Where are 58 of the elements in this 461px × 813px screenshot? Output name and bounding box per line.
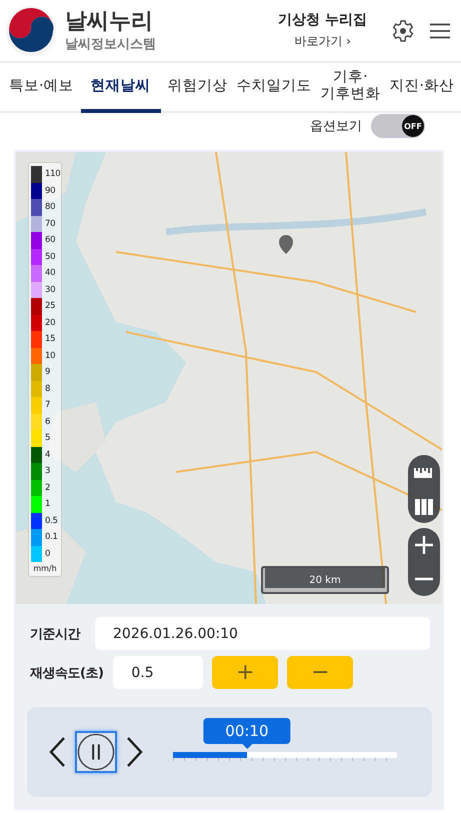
site-subtitle: 날씨정보시스템 [65,36,157,52]
base-time-label: 기준시간 [30,626,80,642]
portal-link[interactable]: 바로가기 › [294,33,351,50]
speed-field[interactable]: 0.5 [113,656,204,689]
legend-value: 4 [45,450,50,460]
legend-value: 1 [45,499,50,510]
chevron-right-icon [127,737,143,767]
nav-tab[interactable]: 기후· 기후변화 [318,63,382,113]
plus-icon [415,536,433,554]
time-tooltip: 00:10 [203,718,291,749]
legend-value: 25 [45,301,56,312]
nav-tab[interactable]: 특보·예보 [7,63,76,113]
legend-unit: mm/h [32,564,58,573]
pause-icon [77,732,115,772]
legend-value: 110 [45,169,60,180]
minus-icon [415,577,433,581]
speed-up-button[interactable]: + [212,656,278,689]
previous-button[interactable] [49,737,65,767]
portal-link-title[interactable]: 기상청 누리집 [278,11,367,29]
legend-value: 40 [45,268,56,278]
legend-value: 80 [45,202,56,212]
site-title[interactable]: 날씨누리 [65,8,278,34]
legend-value: 0.5 [45,516,58,526]
base-time-field[interactable]: 2026.01.26.00:10 [95,617,430,650]
toggle-state-knob[interactable]: OFF [402,115,424,137]
logo-icon [5,4,57,56]
legend-value: 10 [45,350,56,361]
legend-value: 15 [45,334,56,344]
ruler-icon [414,466,434,478]
chevron-left-icon [49,737,65,767]
legend-value: 8 [45,384,50,394]
legend-value: 7 [45,400,50,410]
speed-label: 재생속도(초) [30,664,104,682]
nav-tab[interactable]: 지진·화산 [387,63,456,113]
legend-value: 50 [45,252,56,262]
speed-down-button[interactable]: − [287,656,354,689]
legend-value: 0.1 [45,532,58,542]
nav-tab[interactable]: 위험기상 [166,63,230,113]
next-button[interactable] [127,737,143,767]
legend-value: 90 [45,186,56,196]
legend-value: 30 [45,284,56,295]
legend-value: 3 [45,466,50,476]
nav-tab[interactable]: 수치일기도 [234,63,314,113]
legend-value: 2 [45,482,50,493]
legend-value: 9 [45,367,50,378]
scale-bar: 20 km [261,566,389,594]
nav-tab[interactable]: 현재날씨 [80,63,161,113]
pause-button[interactable] [75,731,117,773]
option-label: 옵션보기 [310,118,362,135]
legend-value: 20 [45,318,56,328]
legend-value: 5 [45,433,50,444]
legend-value: 60 [45,235,56,246]
legend-value: 6 [45,416,50,427]
option-switch[interactable]: OFF [371,114,425,138]
menu-icon[interactable] [429,22,451,38]
settings-icon[interactable] [391,18,415,42]
legend-value: 70 [45,218,56,229]
legend-value: 0 [45,548,50,559]
